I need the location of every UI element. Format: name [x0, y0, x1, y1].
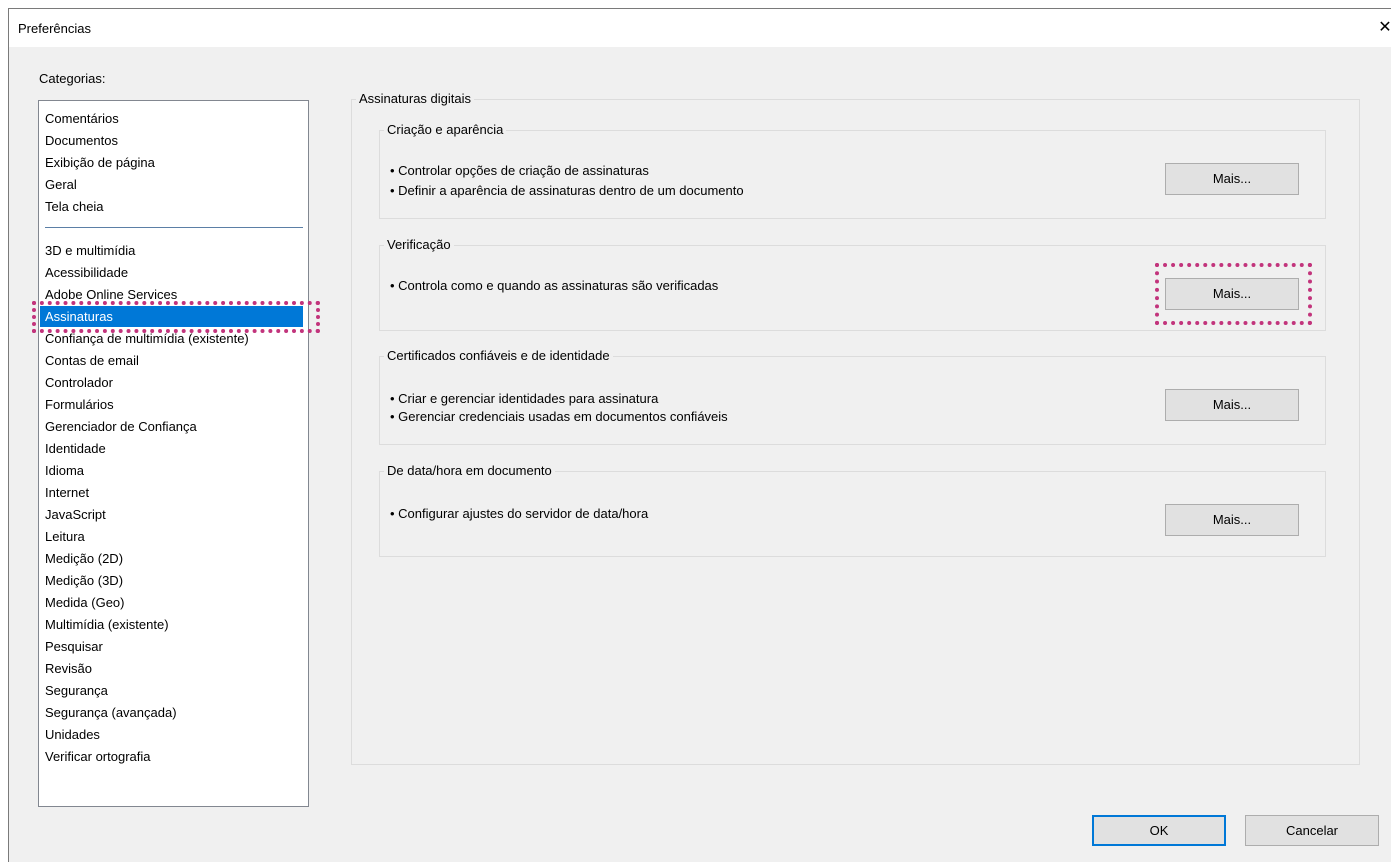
- timestamp-line-1: • Configurar ajustes do servidor de data…: [390, 506, 649, 521]
- cancel-button[interactable]: Cancelar: [1245, 815, 1379, 846]
- digital-signatures-title: Assinaturas digitais: [356, 91, 474, 107]
- category-item-contas-de-email[interactable]: Contas de email: [40, 350, 303, 371]
- category-item-verificar-ortografia[interactable]: Verificar ortografia: [40, 746, 303, 767]
- trusted-certificates-line-2: • Gerenciar credenciais usadas em docume…: [390, 409, 728, 424]
- creation-appearance-line-2: • Definir a aparência de assinaturas den…: [390, 183, 744, 198]
- category-item-comentarios[interactable]: Comentários: [40, 108, 303, 129]
- close-icon[interactable]: ✕: [1375, 17, 1391, 39]
- category-item-geral[interactable]: Geral: [40, 174, 303, 195]
- category-item-assinaturas[interactable]: Assinaturas: [40, 306, 303, 327]
- category-item-pesquisar[interactable]: Pesquisar: [40, 636, 303, 657]
- categories-list[interactable]: Comentários Documentos Exibição de págin…: [38, 100, 309, 807]
- trusted-certificates-group: Certificados confiáveis e de identidade …: [379, 348, 1326, 445]
- category-item-seguranca[interactable]: Segurança: [40, 680, 303, 701]
- timestamp-group: De data/hora em documento • Configurar a…: [379, 463, 1326, 557]
- creation-appearance-title: Criação e aparência: [384, 122, 507, 138]
- category-item-revisao[interactable]: Revisão: [40, 658, 303, 679]
- category-item-unidades[interactable]: Unidades: [40, 724, 303, 745]
- trusted-certificates-line-1: • Criar e gerenciar identidades para ass…: [390, 391, 659, 406]
- title-bar: Preferências ✕: [9, 9, 1391, 47]
- category-item-identidade[interactable]: Identidade: [40, 438, 303, 459]
- creation-appearance-more-button[interactable]: Mais...: [1165, 163, 1299, 195]
- category-item-leitura[interactable]: Leitura: [40, 526, 303, 547]
- category-item-gerenciador-de-confianca[interactable]: Gerenciador de Confiança: [40, 416, 303, 437]
- creation-appearance-group: Criação e aparência • Controlar opções d…: [379, 122, 1326, 219]
- category-item-idioma[interactable]: Idioma: [40, 460, 303, 481]
- verification-title: Verificação: [384, 237, 454, 253]
- digital-signatures-group: Assinaturas digitais Criação e aparência…: [351, 91, 1360, 765]
- category-item-exibicao-de-pagina[interactable]: Exibição de página: [40, 152, 303, 173]
- category-item-tela-cheia[interactable]: Tela cheia: [40, 196, 303, 217]
- category-item-controlador[interactable]: Controlador: [40, 372, 303, 393]
- trusted-certificates-title: Certificados confiáveis e de identidade: [384, 348, 613, 364]
- category-item-medida-geo[interactable]: Medida (Geo): [40, 592, 303, 613]
- verification-group: Verificação • Controla como e quando as …: [379, 237, 1326, 331]
- window-title: Preferências: [18, 21, 91, 36]
- verification-more-button[interactable]: Mais...: [1165, 278, 1299, 310]
- category-item-medicao-3d[interactable]: Medição (3D): [40, 570, 303, 591]
- category-item-seguranca-avancada[interactable]: Segurança (avançada): [40, 702, 303, 723]
- category-item-formularios[interactable]: Formulários: [40, 394, 303, 415]
- timestamp-title: De data/hora em documento: [384, 463, 555, 479]
- ok-button[interactable]: OK: [1092, 815, 1226, 846]
- category-item-acessibilidade[interactable]: Acessibilidade: [40, 262, 303, 283]
- trusted-certificates-more-button[interactable]: Mais...: [1165, 389, 1299, 421]
- category-item-internet[interactable]: Internet: [40, 482, 303, 503]
- verification-line-1: • Controla como e quando as assinaturas …: [390, 278, 719, 293]
- category-item-multimidia-existente[interactable]: Multimídia (existente): [40, 614, 303, 635]
- category-item-documentos[interactable]: Documentos: [40, 130, 303, 151]
- category-item-confianca-multimidia[interactable]: Confiança de multimídia (existente): [40, 328, 303, 349]
- category-item-medicao-2d[interactable]: Medição (2D): [40, 548, 303, 569]
- preferences-dialog: Preferências ✕ Categorias: Comentários D…: [8, 8, 1391, 862]
- category-item-javascript[interactable]: JavaScript: [40, 504, 303, 525]
- creation-appearance-line-1: • Controlar opções de criação de assinat…: [390, 163, 649, 178]
- categories-label: Categorias:: [39, 71, 106, 86]
- category-separator: [45, 227, 303, 228]
- category-item-3d-multimidia[interactable]: 3D e multimídia: [40, 240, 303, 261]
- category-item-adobe-online-services[interactable]: Adobe Online Services: [40, 284, 303, 305]
- timestamp-more-button[interactable]: Mais...: [1165, 504, 1299, 536]
